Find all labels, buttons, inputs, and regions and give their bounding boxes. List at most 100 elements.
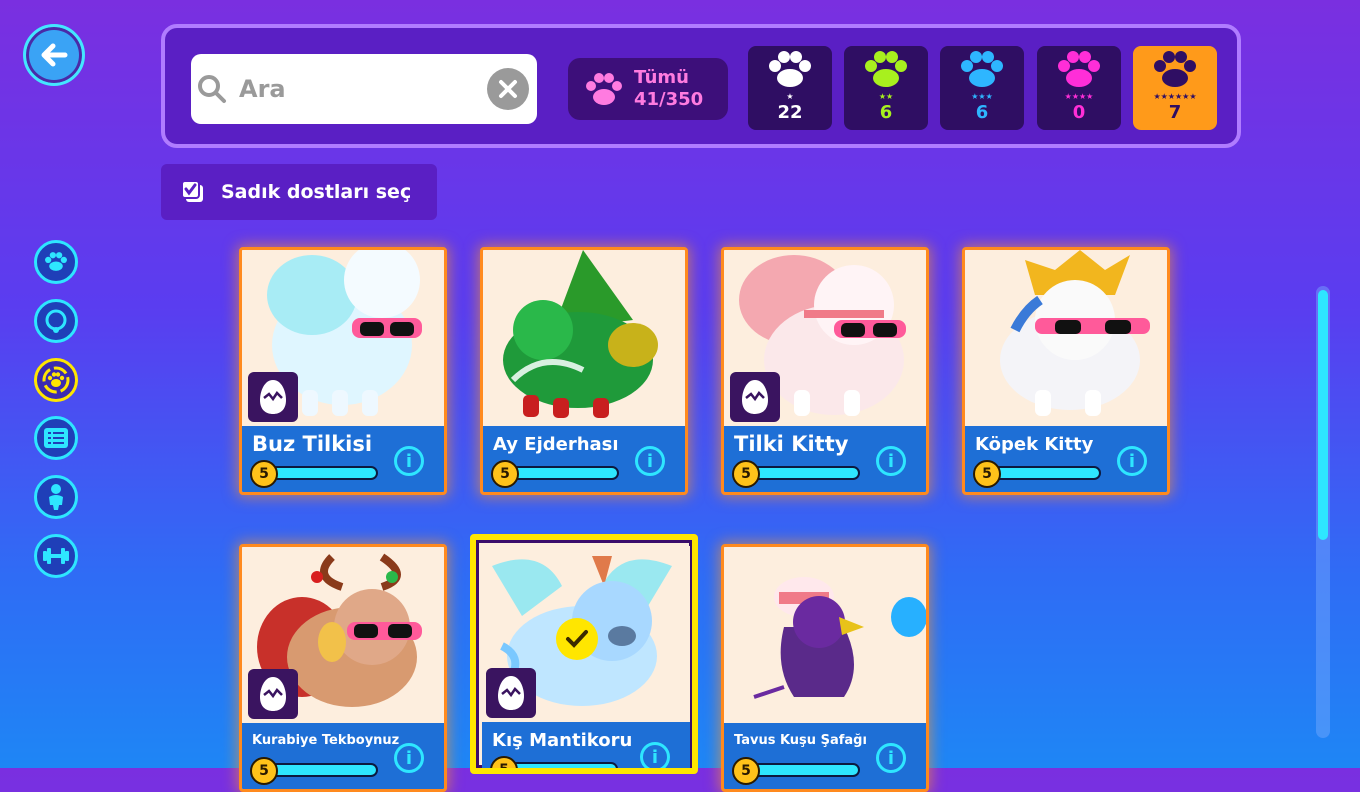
rarity-stars: ★★	[878, 92, 894, 101]
pet-name: Kurabiye Tekboynuz	[252, 733, 400, 748]
sidebar-loyal-pets-tab[interactable]	[34, 358, 78, 402]
pet-name: Tavus Kuşu Şafağı	[734, 733, 867, 748]
xp-bar	[270, 466, 378, 480]
pet-info-bar: Köpek Kitty 5 i	[965, 426, 1167, 492]
pet-card[interactable]: Buz Tilkisi 5 i	[239, 247, 447, 495]
rarity-filter-2-star[interactable]: ★★ 6	[844, 46, 928, 130]
checkbox-icon	[181, 180, 203, 202]
rarity-filter-5-star[interactable]: ★★★★★★ 7	[1133, 46, 1217, 130]
paw-icon	[865, 51, 907, 87]
pet-level: 5	[973, 460, 1001, 488]
hatch-icon	[260, 677, 286, 711]
pet-name: Ay Ejderhası	[493, 434, 619, 455]
xp-bar	[993, 466, 1101, 480]
list-icon	[44, 428, 68, 448]
pet-level: 5	[732, 460, 760, 488]
pet-level: 5	[250, 757, 278, 785]
xp-bar	[752, 763, 860, 777]
pet-card[interactable]: Tavus Kuşu Şafağı 5 i	[721, 544, 929, 792]
pet-card[interactable]: Tilki Kitty 5 i	[721, 247, 929, 495]
paw-ring-icon	[42, 366, 70, 394]
close-icon	[499, 80, 517, 98]
rarity-count: 22	[777, 102, 803, 123]
pet-info-bar: Kış Mantikoru 5 i	[482, 722, 690, 768]
pet-info-bar: Tilki Kitty 5 i	[724, 426, 926, 492]
pet-info-bar: Ay Ejderhası 5 i	[483, 426, 685, 492]
select-loyal-label: Sadık dostları seç	[221, 181, 412, 203]
pet-name: Kış Mantikoru	[492, 730, 633, 751]
pet-info-bar: Kurabiye Tekboynuz 5 i	[242, 723, 444, 789]
search-input[interactable]: Ara	[191, 54, 537, 124]
paw-icon	[1154, 51, 1196, 87]
pet-level: 5	[732, 757, 760, 785]
xp-bar	[510, 762, 618, 768]
hatch-icon	[498, 676, 524, 710]
rarity-stars: ★★★	[971, 92, 993, 101]
pet-card[interactable]: Kurabiye Tekboynuz 5 i	[239, 544, 447, 792]
rarity-count: 6	[975, 102, 989, 123]
character-icon	[49, 484, 63, 510]
collar-icon	[45, 309, 67, 333]
scrollbar-thumb[interactable]	[1318, 290, 1328, 540]
filter-all-count: 41/350	[634, 89, 704, 110]
pet-card[interactable]: Ay Ejderhası 5 i	[480, 247, 688, 495]
hatch-icon	[742, 380, 768, 414]
paw-icon	[1058, 51, 1100, 87]
filter-panel: Ara Tümü 41/350 ★ 22 ★★ 6 ★★★ 6 ★★★★ 0 ★…	[161, 24, 1241, 148]
pet-info-bar: Tavus Kuşu Şafağı 5 i	[724, 723, 926, 789]
hatch-icon	[260, 380, 286, 414]
paw-icon	[45, 252, 67, 271]
sidebar-training-tab[interactable]	[34, 534, 78, 578]
hatch-badge	[248, 669, 298, 719]
sidebar-list-tab[interactable]	[34, 416, 78, 460]
info-icon[interactable]: i	[876, 743, 906, 773]
sidebar-collar-tab[interactable]	[34, 299, 78, 343]
info-icon[interactable]: i	[394, 446, 424, 476]
rarity-stars: ★★★★	[1064, 92, 1094, 101]
xp-bar	[270, 763, 378, 777]
selected-check-icon	[556, 618, 598, 660]
paw-icon	[586, 73, 622, 105]
filter-all-label: Tümü	[634, 67, 689, 88]
clear-search-button[interactable]	[487, 68, 529, 110]
info-icon[interactable]: i	[394, 743, 424, 773]
pet-name: Tilki Kitty	[734, 432, 849, 456]
pet-level: 5	[490, 756, 518, 768]
paw-icon	[961, 51, 1003, 87]
rarity-filter-3-star[interactable]: ★★★ 6	[940, 46, 1024, 130]
info-icon[interactable]: i	[876, 446, 906, 476]
arrow-left-icon	[41, 43, 68, 67]
xp-bar	[752, 466, 860, 480]
pet-image	[483, 250, 685, 426]
pet-name: Buz Tilkisi	[252, 432, 373, 456]
rarity-stars: ★	[786, 92, 794, 101]
pet-image	[965, 250, 1167, 426]
back-button[interactable]	[23, 24, 85, 86]
rarity-filter-1-star[interactable]: ★ 22	[748, 46, 832, 130]
pet-name: Köpek Kitty	[975, 434, 1094, 455]
filter-all-button[interactable]: Tümü 41/350	[568, 58, 728, 120]
rarity-count: 7	[1168, 102, 1182, 123]
info-icon[interactable]: i	[635, 446, 665, 476]
search-placeholder: Ara	[239, 75, 286, 103]
xp-bar	[511, 466, 619, 480]
info-icon[interactable]: i	[1117, 446, 1147, 476]
hatch-badge	[486, 668, 536, 718]
hatch-badge	[248, 372, 298, 422]
rarity-count: 6	[879, 102, 893, 123]
pet-image	[724, 547, 926, 723]
rarity-stars: ★★★★★★	[1153, 92, 1197, 101]
search-icon	[198, 75, 226, 103]
hatch-badge	[730, 372, 780, 422]
sidebar-character-tab[interactable]	[34, 475, 78, 519]
sidebar-pets-tab[interactable]	[34, 240, 78, 284]
dumbbell-icon	[43, 548, 69, 564]
pet-card-selected[interactable]: Kış Mantikoru 5 i	[470, 534, 698, 774]
pet-level: 5	[491, 460, 519, 488]
rarity-count: 0	[1072, 102, 1086, 123]
pet-card[interactable]: Köpek Kitty 5 i	[962, 247, 1170, 495]
paw-icon	[769, 51, 811, 87]
pet-level: 5	[250, 460, 278, 488]
select-loyal-friends-button[interactable]: Sadık dostları seç	[161, 164, 437, 220]
rarity-filter-4-star[interactable]: ★★★★ 0	[1037, 46, 1121, 130]
